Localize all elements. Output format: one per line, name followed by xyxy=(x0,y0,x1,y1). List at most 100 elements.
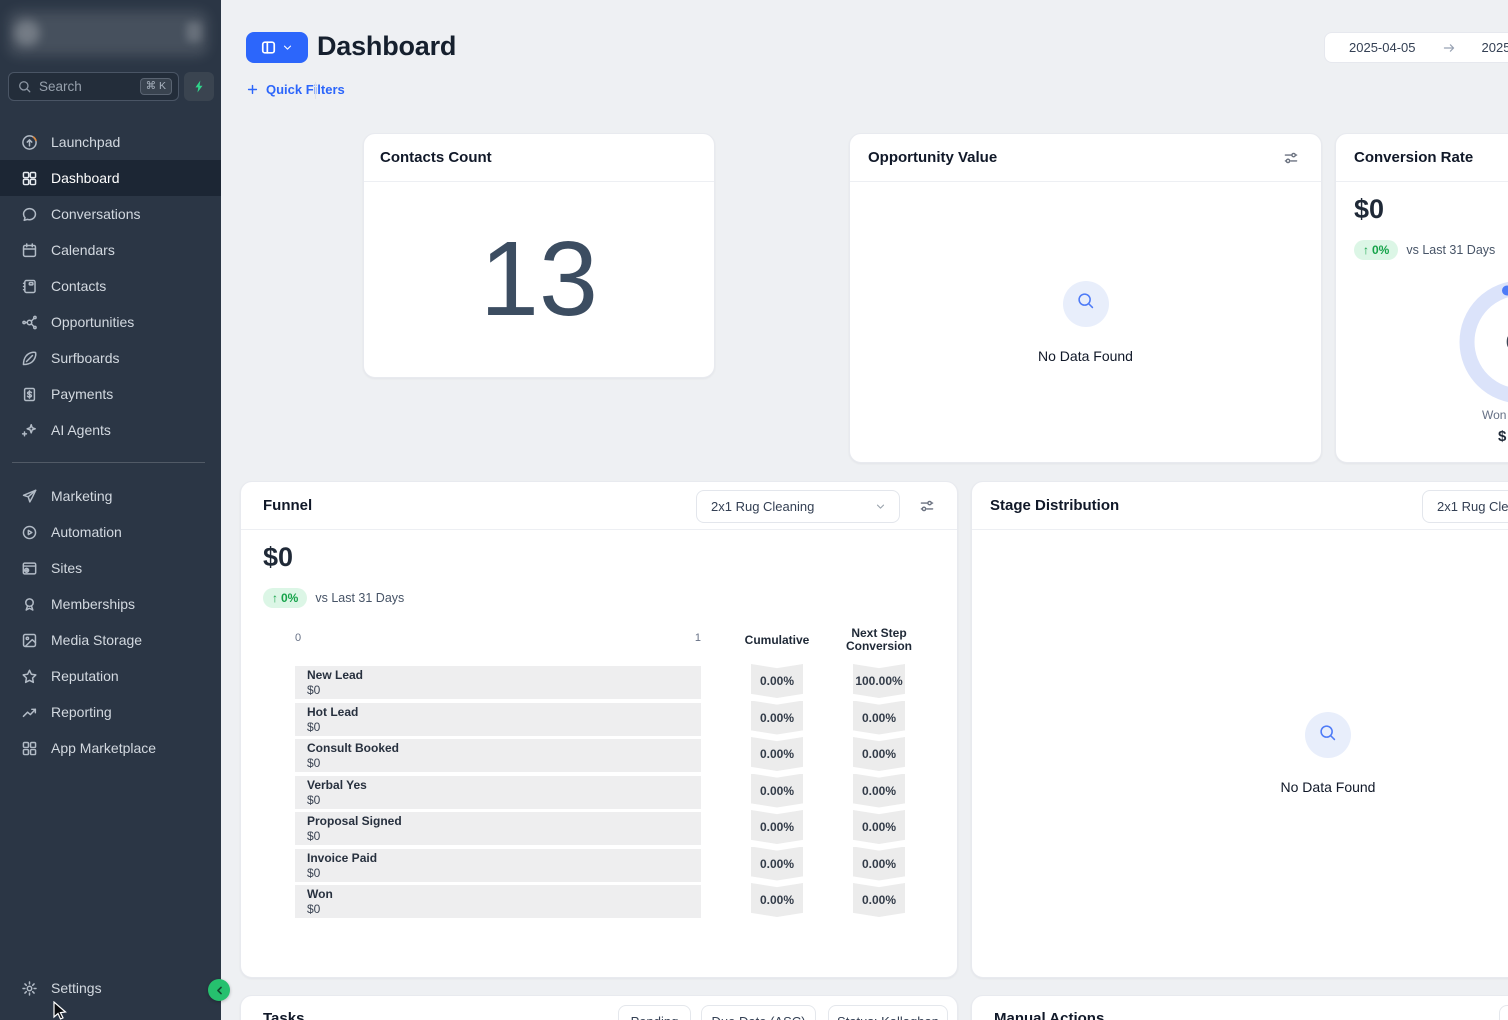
no-data-text: No Data Found xyxy=(1038,348,1133,364)
date-range-picker[interactable]: 2025-04-05 2025-0 xyxy=(1324,32,1508,63)
page-title: Dashboard xyxy=(317,31,456,62)
sidebar-item-label: Reputation xyxy=(51,668,119,684)
manual-actions-button[interactable] xyxy=(1499,1005,1508,1020)
sidebar-item-media-storage[interactable]: Media Storage xyxy=(0,622,221,658)
marketing-icon xyxy=(21,488,38,505)
sidebar-item-surfboards[interactable]: Surfboards xyxy=(0,340,221,376)
card-title: Stage Distribution xyxy=(990,497,1119,514)
sidebar-item-reputation[interactable]: Reputation xyxy=(0,658,221,694)
cumulative-column-header: Cumulative xyxy=(735,634,819,647)
delta-context: vs Last 31 Days xyxy=(1406,243,1495,257)
sidebar-item-launchpad[interactable]: Launchpad xyxy=(0,124,221,160)
funnel-stage-new-lead: New Lead $0 xyxy=(295,666,701,699)
contacts-count-card: Contacts Count 13 xyxy=(363,133,715,378)
sidebar-item-conversations[interactable]: Conversations xyxy=(0,196,221,232)
funnel-card: Funnel 2x1 Rug Cleaning $0 ↑ 0% vs Last … xyxy=(240,481,958,978)
delta-badge: ↑ 0% xyxy=(1354,240,1398,260)
won-revenue-value: $ xyxy=(1498,428,1506,445)
stage-value: $0 xyxy=(307,793,701,807)
stage-name: Won xyxy=(307,887,701,902)
sidebar-divider xyxy=(12,462,205,463)
sidebar-item-label: Conversations xyxy=(51,206,141,222)
account-lock-icon xyxy=(186,22,202,42)
sidebar-item-calendars[interactable]: Calendars xyxy=(0,232,221,268)
funnel-stage-hot-lead: Hot Lead $0 xyxy=(295,703,701,736)
sidebar-item-label: Marketing xyxy=(51,488,112,504)
sidebar-item-label: Automation xyxy=(51,524,122,540)
stage-name: Consult Booked xyxy=(307,741,701,756)
tasks-filter-due-date-asc[interactable]: Due Date (ASC) xyxy=(701,1005,816,1020)
stage-name: New Lead xyxy=(307,668,701,683)
media-storage-icon xyxy=(21,632,38,649)
conversion-donut-chart: 0% xyxy=(1456,280,1508,410)
sidebar-item-contacts[interactable]: Contacts xyxy=(0,268,221,304)
card-title: Tasks xyxy=(263,1010,304,1020)
sidebar-item-label: Launchpad xyxy=(51,134,120,150)
layout-icon xyxy=(260,39,277,56)
chevron-down-icon xyxy=(281,41,294,54)
funnel-axis-min: 0 xyxy=(295,632,301,644)
next-step-cell-consult-booked: 0.00% xyxy=(853,737,905,771)
sidebar-item-settings[interactable]: Settings xyxy=(0,970,221,1006)
sidebar-item-payments[interactable]: Payments xyxy=(0,376,221,412)
date-range-end: 2025-0 xyxy=(1482,40,1508,55)
sidebar-item-automation[interactable]: Automation xyxy=(0,514,221,550)
stage-name: Verbal Yes xyxy=(307,778,701,793)
no-data-text: No Data Found xyxy=(1281,779,1376,795)
launchpad-icon xyxy=(21,134,38,151)
card-title: Conversion Rate xyxy=(1354,149,1473,166)
sidebar-secondary-list: Marketing Automation Sites Membe xyxy=(0,478,221,766)
stage-name: Proposal Signed xyxy=(307,814,701,829)
opportunities-icon xyxy=(21,314,38,331)
sidebar-primary-list: Launchpad Dashboard Conversations xyxy=(0,124,221,448)
app-marketplace-icon xyxy=(21,740,38,757)
sidebar-item-label: Memberships xyxy=(51,596,135,612)
funnel-axis-max: 1 xyxy=(687,632,701,644)
header-separator xyxy=(315,82,316,99)
date-range-start: 2025-04-05 xyxy=(1349,40,1416,55)
sidebar-collapse-button[interactable] xyxy=(208,979,230,1001)
sidebar-item-sites[interactable]: Sites xyxy=(0,550,221,586)
stage-value: $0 xyxy=(307,683,701,697)
sidebar-item-opportunities[interactable]: Opportunities xyxy=(0,304,221,340)
next-step-column-header: Next Step Conversion xyxy=(837,627,921,653)
sidebar-search-row: Search ⌘ K xyxy=(8,72,214,101)
search-placeholder: Search xyxy=(39,79,133,94)
contacts-count-value: 13 xyxy=(364,182,714,377)
card-title: Manual Actions xyxy=(994,1010,1104,1020)
funnel-stage-invoice-paid: Invoice Paid $0 xyxy=(295,849,701,882)
tasks-filter-pending[interactable]: Pending xyxy=(618,1005,691,1020)
sidebar-item-label: Payments xyxy=(51,386,113,402)
no-data-search-icon xyxy=(1305,712,1351,758)
widget-settings-icon[interactable] xyxy=(1283,150,1299,166)
search-input[interactable]: Search ⌘ K xyxy=(8,72,179,101)
dashboard-layout-button[interactable] xyxy=(246,32,308,63)
widget-settings-icon[interactable] xyxy=(919,498,935,514)
bolt-icon xyxy=(192,79,207,94)
sidebar-item-dashboard[interactable]: Dashboard xyxy=(0,160,221,196)
sites-icon xyxy=(21,560,38,577)
no-data-search-icon xyxy=(1063,281,1109,327)
sidebar-item-label: Media Storage xyxy=(51,632,142,648)
sidebar-nav: Launchpad Dashboard Conversations xyxy=(0,124,221,766)
sidebar-item-reporting[interactable]: Reporting xyxy=(0,694,221,730)
sidebar-item-app-marketplace[interactable]: App Marketplace xyxy=(0,730,221,766)
search-shortcut-badge: ⌘ K xyxy=(140,78,172,95)
card-title: Opportunity Value xyxy=(868,149,997,166)
sidebar-item-label: Calendars xyxy=(51,242,115,258)
cumulative-cell-new-lead: 0.00% xyxy=(751,664,803,698)
sidebar-item-marketing[interactable]: Marketing xyxy=(0,478,221,514)
funnel-pipeline-dropdown[interactable]: 2x1 Rug Cleaning xyxy=(696,490,900,523)
quick-actions-button[interactable] xyxy=(184,72,214,101)
tasks-card: Tasks Pending Due Date (ASC) Status: Kal… xyxy=(240,995,958,1020)
stage-pipeline-dropdown[interactable]: 2x1 Rug Cleaning xyxy=(1422,490,1508,523)
next-step-cell-invoice-paid: 0.00% xyxy=(853,847,905,881)
sidebar-item-memberships[interactable]: Memberships xyxy=(0,586,221,622)
sidebar-item-ai-agents[interactable]: AI Agents xyxy=(0,412,221,448)
tasks-filter-status-kallaghan[interactable]: Status: Kallaghan xyxy=(828,1005,948,1020)
plus-icon xyxy=(246,83,259,96)
pipeline-selected-value: 2x1 Rug Cleaning xyxy=(711,499,814,514)
funnel-stage-proposal-signed: Proposal Signed $0 xyxy=(295,812,701,845)
surfboards-icon xyxy=(21,350,38,367)
quick-filters-button[interactable]: Quick Filters xyxy=(246,82,345,97)
